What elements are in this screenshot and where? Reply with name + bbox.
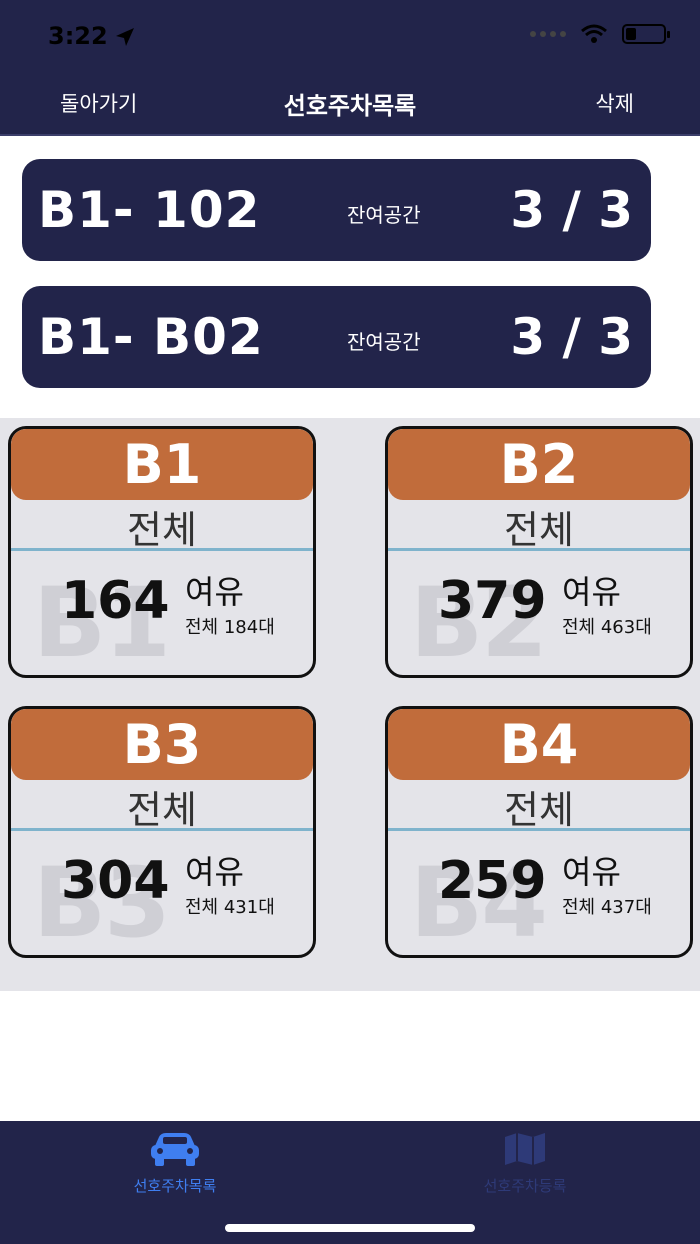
status-indicators — [530, 24, 670, 44]
available-count: 164 — [61, 571, 170, 631]
remaining-count: 3 / 3 — [510, 308, 633, 366]
battery-icon — [622, 24, 670, 44]
spot-code: B1- 102 — [38, 181, 261, 239]
floor-subtitle: 전체 — [504, 788, 574, 832]
delete-button[interactable]: 삭제 — [595, 88, 634, 118]
car-icon — [151, 1133, 199, 1166]
floor-card-b1[interactable]: B1 전체 B1 164 여유 전체 184대 — [8, 426, 316, 678]
floor-name: B3 — [11, 709, 313, 780]
tab-label: 선호주차등록 — [483, 1177, 567, 1195]
floor-card-b3[interactable]: B3 전체 B3 304 여유 전체 431대 — [8, 706, 316, 958]
floor-subtitle: 전체 — [504, 508, 574, 552]
remaining-label: 잔여공간 — [347, 203, 421, 227]
floor-subtitle: 전체 — [127, 508, 197, 552]
floor-card-b2[interactable]: B2 전체 B2 379 여유 전체 463대 — [385, 426, 693, 678]
floor-name: B2 — [388, 429, 690, 500]
available-label: 여유 — [185, 573, 244, 611]
map-icon — [505, 1133, 545, 1165]
available-label: 여유 — [562, 573, 621, 611]
available-label: 여유 — [562, 853, 621, 891]
available-count: 304 — [61, 851, 170, 911]
remaining-count: 3 / 3 — [510, 181, 633, 239]
available-label: 여유 — [185, 853, 244, 891]
total-count: 전체 184대 — [185, 617, 275, 638]
signal-icon — [530, 31, 566, 37]
divider — [388, 548, 690, 551]
total-count: 전체 437대 — [562, 897, 652, 918]
floor-card-b4[interactable]: B4 전체 B4 259 여유 전체 437대 — [385, 706, 693, 958]
status-time: 3:22 — [48, 22, 108, 50]
home-indicator[interactable] — [225, 1224, 475, 1232]
tab-register[interactable]: 선호주차등록 — [450, 1131, 600, 1196]
tab-label: 선호주차목록 — [133, 1177, 217, 1195]
available-count: 379 — [438, 571, 547, 631]
floor-name: B1 — [11, 429, 313, 500]
floor-grid: B1 전체 B1 164 여유 전체 184대 B2 전체 B2 379 여유 … — [0, 418, 700, 991]
location-arrow-icon — [116, 28, 134, 46]
total-count: 전체 463대 — [562, 617, 652, 638]
floor-subtitle: 전체 — [127, 788, 197, 832]
divider — [11, 828, 313, 831]
remaining-label: 잔여공간 — [347, 330, 421, 354]
wifi-icon — [581, 24, 607, 43]
floor-name: B4 — [388, 709, 690, 780]
favorite-spot-card[interactable]: B1- B02 잔여공간 3 / 3 — [22, 286, 651, 388]
tab-favorites[interactable]: 선호주차목록 — [100, 1131, 250, 1196]
favorite-spot-card[interactable]: B1- 102 잔여공간 3 / 3 — [22, 159, 651, 261]
divider — [11, 548, 313, 551]
total-count: 전체 431대 — [185, 897, 275, 918]
available-count: 259 — [438, 851, 547, 911]
divider — [388, 828, 690, 831]
spot-code: B1- B02 — [38, 308, 264, 366]
navigation-header: 3:22 돌아가기 선호주차목록 삭제 — [0, 0, 700, 136]
